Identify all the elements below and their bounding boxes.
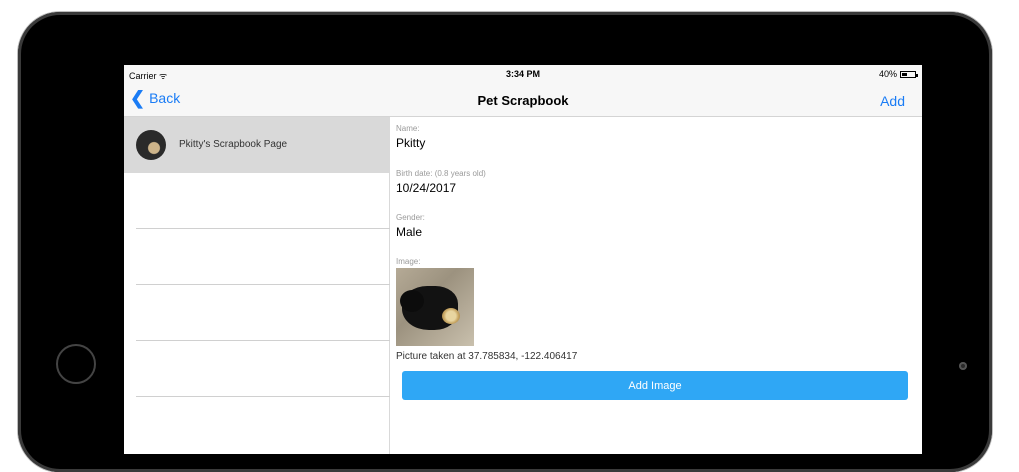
cat-toy-shape xyxy=(442,308,460,324)
app-screen: Carrier ᯤ 3:34 PM 40% ❮ Back Pet Scrapbo… xyxy=(124,65,922,454)
divider xyxy=(136,228,390,229)
pet-photo xyxy=(396,268,474,346)
image-label: Image: xyxy=(396,257,421,266)
cat-head-shape xyxy=(400,290,424,312)
navigation-bar: ❮ Back Pet Scrapbook Add xyxy=(124,83,922,117)
add-button[interactable]: Add xyxy=(880,93,905,109)
battery-icon xyxy=(900,70,918,78)
birth-date-value: 10/24/2017 xyxy=(396,181,457,195)
camera-icon xyxy=(959,362,967,370)
photo-location-caption: Picture taken at 37.785834, -122.406417 xyxy=(396,351,578,362)
name-value: Pkitty xyxy=(396,136,426,150)
divider xyxy=(136,396,390,397)
home-button[interactable] xyxy=(56,344,96,384)
status-battery: 40% xyxy=(878,69,918,79)
birth-date-label: Birth date: (0.8 years old) xyxy=(396,169,486,178)
list-item-label: Pkitty's Scrapbook Page xyxy=(179,139,288,150)
gender-label: Gender: xyxy=(396,213,425,222)
battery-percent: 40% xyxy=(878,69,897,79)
gender-value: Male xyxy=(396,225,423,239)
list-item[interactable]: Pkitty's Scrapbook Page xyxy=(124,117,389,173)
divider xyxy=(136,284,390,285)
avatar xyxy=(136,130,166,160)
status-time: 3:34 PM xyxy=(505,69,540,79)
status-bar: Carrier ᯤ 3:34 PM 40% xyxy=(124,65,922,83)
divider xyxy=(136,340,390,341)
scrapbook-list: Pkitty's Scrapbook Page xyxy=(124,117,390,454)
detail-panel: Name: Pkitty Birth date: (0.8 years old)… xyxy=(396,117,922,454)
name-label: Name: xyxy=(396,124,420,133)
add-image-button[interactable]: Add Image xyxy=(402,371,908,400)
page-title: Pet Scrapbook xyxy=(477,93,569,108)
ipad-frame: Carrier ᯤ 3:34 PM 40% ❮ Back Pet Scrapbo… xyxy=(18,12,992,472)
